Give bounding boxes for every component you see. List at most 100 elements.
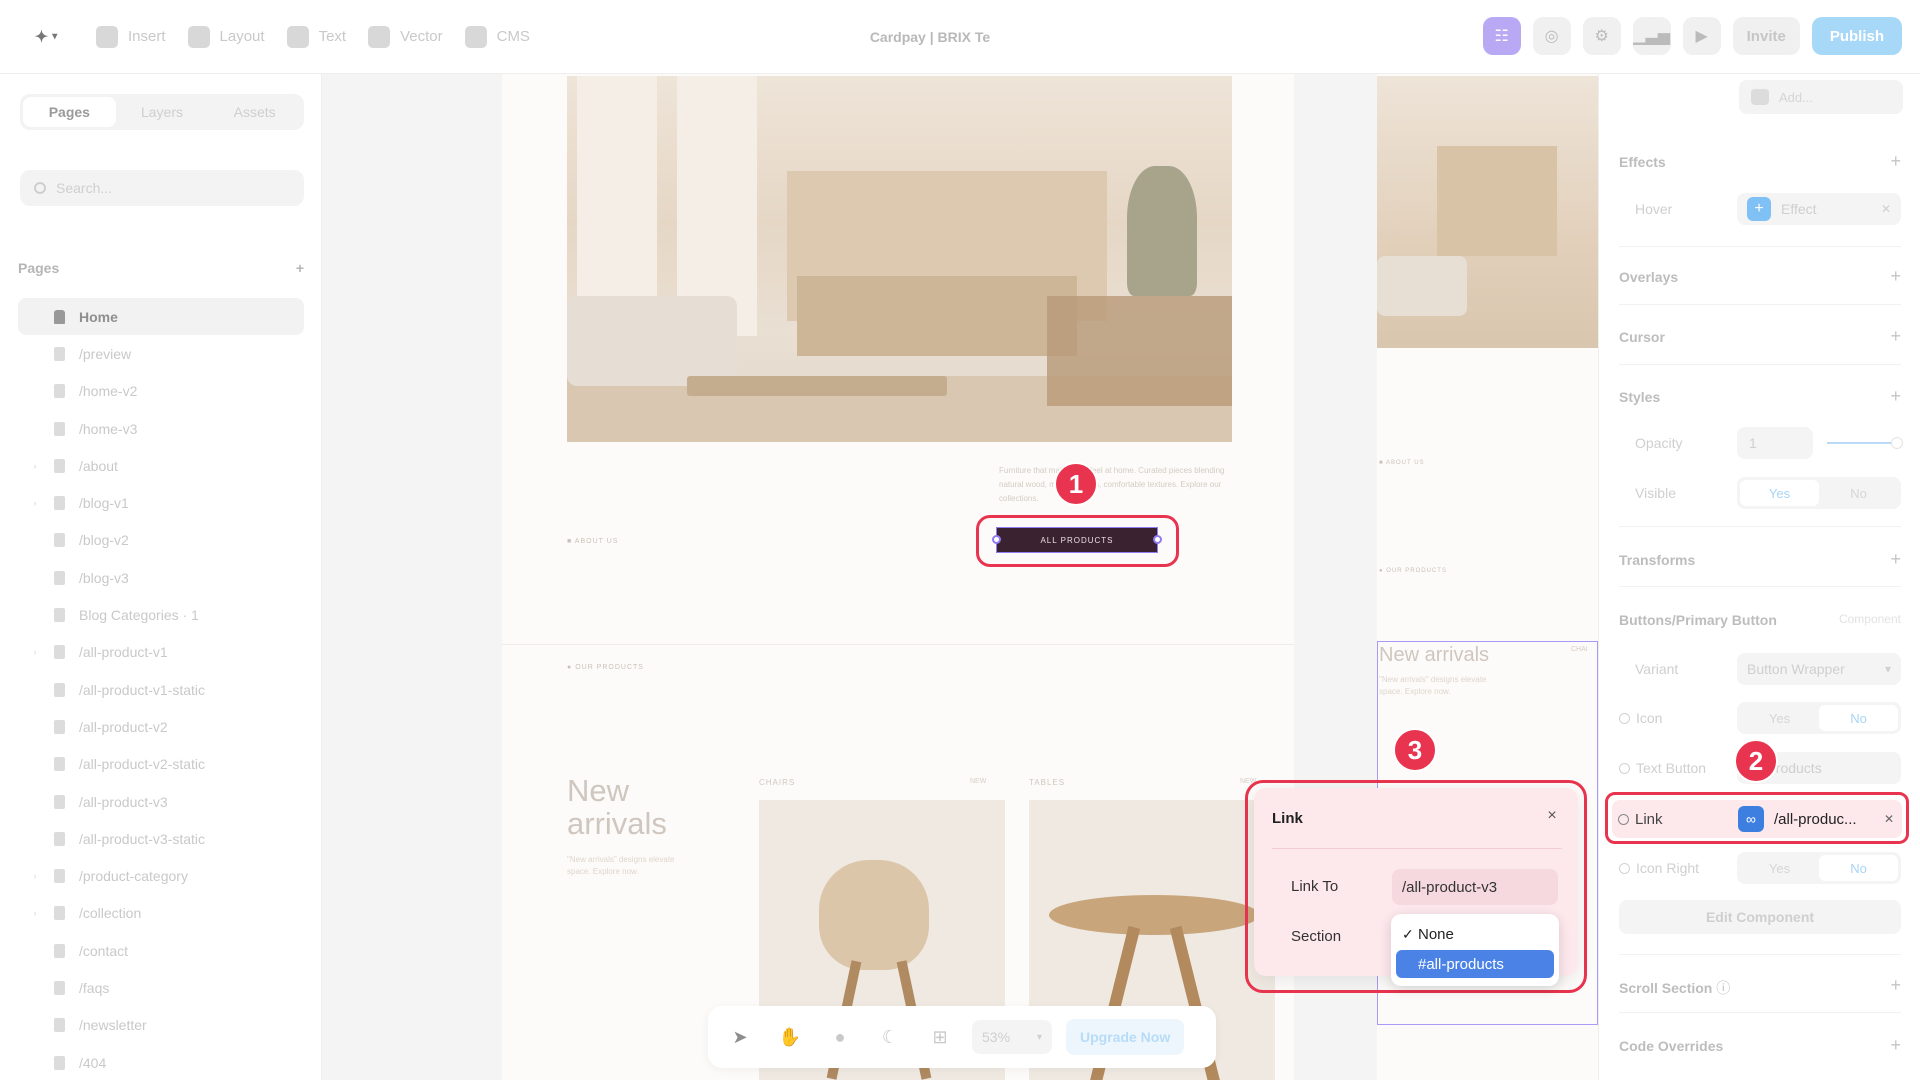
- chevron-right-icon[interactable]: ›: [28, 498, 42, 508]
- remove-effect-icon[interactable]: ✕: [1881, 202, 1891, 216]
- gear-icon[interactable]: ⚙: [1582, 17, 1621, 55]
- tool-insert[interactable]: Insert: [96, 25, 166, 48]
- page-item[interactable]: /home-v2: [18, 373, 304, 410]
- toggle-no[interactable]: No: [1819, 705, 1898, 731]
- variant-select[interactable]: Button Wrapper ▾: [1737, 653, 1901, 685]
- analytics-icon[interactable]: ☷: [1482, 17, 1521, 55]
- hand-tool-icon[interactable]: ✋: [772, 1019, 808, 1055]
- hero-image-tablet[interactable]: [1377, 76, 1598, 348]
- page-item-home[interactable]: Home: [18, 298, 304, 336]
- edit-component-button[interactable]: Edit Component: [1619, 900, 1901, 934]
- upgrade-button[interactable]: Upgrade Now: [1066, 1019, 1185, 1055]
- publish-button[interactable]: Publish: [1811, 17, 1902, 55]
- chevron-right-icon[interactable]: ›: [28, 871, 42, 881]
- toggle-no[interactable]: No: [1819, 480, 1898, 506]
- page-icon: [54, 570, 65, 585]
- page-item[interactable]: › /product-category: [18, 857, 304, 894]
- add-cursor-icon[interactable]: +: [1890, 327, 1901, 345]
- dark-mode-icon[interactable]: ☾: [872, 1019, 908, 1055]
- play-icon[interactable]: ▶: [1682, 17, 1721, 55]
- new-arrivals-heading-tablet[interactable]: New arrivals: [1379, 644, 1489, 667]
- chevron-right-icon[interactable]: ›: [28, 647, 42, 657]
- page-item[interactable]: /blog-v3: [18, 559, 304, 596]
- section-dropdown[interactable]: ✓ None #all-products: [1391, 914, 1559, 986]
- page-item[interactable]: › /blog-v1: [18, 484, 304, 521]
- page-item[interactable]: /contact: [18, 932, 304, 969]
- hero-image[interactable]: [567, 76, 1232, 442]
- dropdown-option-none[interactable]: ✓ None: [1396, 920, 1554, 948]
- new-arrivals-subtext-tablet: "New arrivals" designs elevate space. Ex…: [1379, 675, 1487, 696]
- all-products-button[interactable]: ALL PRODUCTS: [996, 527, 1158, 553]
- tab-pages[interactable]: Pages: [23, 97, 116, 127]
- add-code-override-icon[interactable]: +: [1890, 1036, 1901, 1054]
- icon-right-toggle[interactable]: Yes No: [1737, 852, 1901, 884]
- chevron-right-icon[interactable]: ›: [28, 461, 42, 471]
- remove-link-icon[interactable]: ✕: [1884, 812, 1894, 826]
- opacity-input[interactable]: 1: [1737, 427, 1813, 459]
- tab-layers[interactable]: Layers: [116, 97, 209, 127]
- toggle-no[interactable]: No: [1819, 855, 1898, 881]
- add-overlay-icon[interactable]: +: [1890, 267, 1901, 285]
- add-transform-icon[interactable]: +: [1890, 550, 1901, 568]
- new-arrivals-heading[interactable]: New arrivals: [567, 774, 717, 840]
- page-label: /all-product-v2: [79, 718, 168, 735]
- page-icon: [54, 980, 65, 995]
- info-icon[interactable]: ⓘ: [1716, 980, 1730, 996]
- close-icon[interactable]: ×: [1540, 804, 1564, 828]
- icon-toggle[interactable]: Yes No: [1737, 702, 1901, 734]
- tab-assets[interactable]: Assets: [208, 97, 301, 127]
- chevron-right-icon[interactable]: ›: [28, 908, 42, 918]
- option-label: None: [1418, 925, 1454, 943]
- page-item[interactable]: /all-product-v2: [18, 708, 304, 745]
- zoom-select[interactable]: 53% ▾: [972, 1020, 1052, 1054]
- globe-icon[interactable]: ◎: [1532, 17, 1571, 55]
- visible-toggle[interactable]: Yes No: [1737, 477, 1901, 509]
- hover-effect-control[interactable]: + Effect ✕: [1737, 193, 1901, 225]
- tool-vector[interactable]: Vector: [368, 25, 443, 48]
- search-input[interactable]: Search...: [20, 170, 304, 206]
- toggle-yes[interactable]: Yes: [1740, 855, 1819, 881]
- page-frame-desktop[interactable]: Furniture that makes you feel at home. C…: [502, 74, 1294, 1080]
- resize-handle-right[interactable]: [1153, 535, 1162, 544]
- layout-icon: [187, 25, 210, 48]
- add-effect-icon[interactable]: +: [1890, 152, 1901, 170]
- bar-chart-icon[interactable]: ▁▃▅: [1632, 17, 1671, 55]
- page-item[interactable]: /all-product-v3: [18, 783, 304, 820]
- link-to-field[interactable]: /all-product-v3: [1392, 869, 1558, 905]
- grid-icon[interactable]: ⊞: [922, 1019, 958, 1055]
- comment-tool-icon[interactable]: ●: [822, 1019, 858, 1055]
- toggle-yes[interactable]: Yes: [1740, 705, 1819, 731]
- divider: [1619, 954, 1901, 955]
- add-style-icon[interactable]: +: [1890, 387, 1901, 405]
- page-item[interactable]: /preview: [18, 335, 304, 372]
- pointer-tool-icon[interactable]: ➤: [722, 1019, 758, 1055]
- page-item[interactable]: /home-v3: [18, 410, 304, 447]
- add-scroll-section-icon[interactable]: +: [1890, 976, 1901, 998]
- page-item[interactable]: Blog Categories · 1: [18, 596, 304, 633]
- tool-layout[interactable]: Layout: [187, 25, 265, 48]
- page-item[interactable]: /all-product-v2-static: [18, 746, 304, 783]
- page-item[interactable]: /all-product-v1-static: [18, 671, 304, 708]
- page-item[interactable]: › /all-product-v1: [18, 634, 304, 671]
- section-title: Styles: [1619, 389, 1661, 405]
- page-item[interactable]: › /about: [18, 447, 304, 484]
- scroll-section-title: Scroll Section ⓘ: [1619, 978, 1730, 998]
- page-item[interactable]: /404: [18, 1044, 304, 1080]
- tool-cms[interactable]: CMS: [464, 25, 530, 48]
- opacity-slider[interactable]: [1827, 437, 1903, 449]
- add-page-icon[interactable]: +: [296, 260, 304, 276]
- invite-button[interactable]: Invite: [1732, 17, 1800, 55]
- framer-menu-button[interactable]: ✦ ▾: [18, 17, 74, 57]
- page-item[interactable]: /blog-v2: [18, 522, 304, 559]
- link-control[interactable]: ∞ /all-produc... ✕: [1738, 803, 1902, 835]
- resize-handle-left[interactable]: [992, 535, 1001, 544]
- page-item[interactable]: /newsletter: [18, 1007, 304, 1044]
- add-button[interactable]: Add...: [1739, 80, 1903, 114]
- tool-text[interactable]: Text: [286, 25, 346, 48]
- page-icon: [54, 682, 65, 697]
- dropdown-option-all-products[interactable]: #all-products: [1396, 950, 1554, 978]
- toggle-yes[interactable]: Yes: [1740, 480, 1819, 506]
- page-item[interactable]: /all-product-v3-static: [18, 820, 304, 857]
- page-item[interactable]: /faqs: [18, 969, 304, 1006]
- page-item[interactable]: › /collection: [18, 895, 304, 932]
